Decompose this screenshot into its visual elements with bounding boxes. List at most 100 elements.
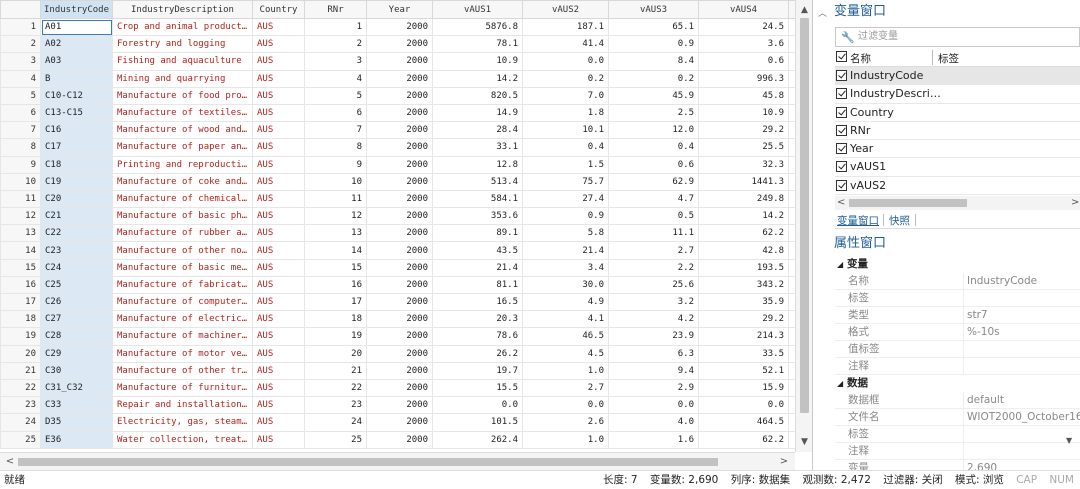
column-header[interactable]: vAUS2: [522, 0, 609, 19]
variable-checkbox[interactable]: [836, 70, 847, 81]
table-cell[interactable]: 4: [304, 69, 367, 88]
table-cell[interactable]: 4.5: [522, 344, 609, 363]
table-cell[interactable]: 43.5: [432, 241, 523, 260]
table-cell[interactable]: 7.0: [522, 86, 609, 105]
table-cell[interactable]: C16: [40, 121, 113, 140]
table-cell[interactable]: 343.2: [698, 275, 789, 295]
variable-list[interactable]: 名称 标签 IndustryCode IndustryDescri… Count…: [835, 48, 1080, 196]
table-cell[interactable]: C23: [40, 241, 113, 260]
property-row[interactable]: 文件名 WIOT2000_October16: [835, 409, 1080, 426]
table-cell[interactable]: 2000: [366, 310, 433, 329]
scrollbar-thumb[interactable]: [18, 458, 718, 466]
scroll-up-icon[interactable]: ▲: [796, 2, 812, 18]
table-row[interactable]: 7 C16 Manufacture of wood and … AUS 7 2000 28.…: [0, 121, 795, 140]
row-number[interactable]: 5: [0, 86, 41, 105]
table-cell[interactable]: 1.5: [522, 155, 609, 174]
table-cell[interactable]: 29.2: [698, 121, 789, 140]
table-cell[interactable]: 2000: [366, 35, 433, 54]
table-cell[interactable]: 46.5: [522, 327, 609, 346]
collapse-triangle-icon[interactable]: ◢: [837, 375, 843, 392]
table-cell[interactable]: Manufacture of food prod…: [112, 86, 253, 105]
table-cell[interactable]: 2.9: [608, 378, 699, 398]
table-cell[interactable]: 2000: [366, 344, 433, 363]
table-cell[interactable]: 32.3: [698, 155, 789, 174]
column-header[interactable]: IndustryDescription: [112, 0, 253, 19]
table-cell[interactable]: 75.7: [522, 172, 609, 191]
table-cell[interactable]: 78.6: [432, 327, 523, 346]
table-cell[interactable]: Manufacture of basic pha…: [112, 207, 253, 226]
table-cell[interactable]: 1.6: [608, 430, 699, 449]
table-cell[interactable]: 22: [304, 378, 367, 398]
scroll-down-icon[interactable]: ▼: [1066, 436, 1072, 445]
table-cell[interactable]: AUS: [252, 86, 305, 105]
table-cell[interactable]: 2.7: [522, 378, 609, 398]
table-cell[interactable]: 14.2: [698, 207, 789, 226]
row-number[interactable]: 11: [0, 189, 41, 209]
table-cell[interactable]: AUS: [252, 258, 305, 277]
table-row[interactable]: 24 D35 Electricity, gas, steam … AUS 24 2000 1…: [0, 413, 795, 432]
table-cell[interactable]: 0.5: [608, 207, 699, 226]
table-cell[interactable]: 3.4: [522, 258, 609, 277]
table-cell[interactable]: 89.1: [432, 224, 523, 243]
table-cell[interactable]: 2000: [366, 224, 433, 243]
table-row[interactable]: 21 C30 Manufacture of other tra… AUS 21 2000 1…: [0, 361, 795, 380]
variable-checkbox[interactable]: [836, 161, 847, 173]
table-cell[interactable]: 7: [304, 121, 367, 140]
column-header[interactable]: Country: [252, 0, 305, 19]
table-cell[interactable]: C10-C12: [40, 86, 113, 105]
table-row[interactable]: 13 C22 Manufacture of rubber an… AUS 13 2000 8…: [0, 224, 795, 243]
table-cell[interactable]: A03: [40, 52, 113, 71]
row-number[interactable]: 21: [0, 361, 41, 380]
row-number[interactable]: 20: [0, 344, 41, 363]
table-row[interactable]: 22 C31_C32 Manufacture of furniture… AUS 22 2…: [0, 378, 795, 398]
table-cell[interactable]: 4.7: [608, 189, 699, 209]
table-row[interactable]: 12 C21 Manufacture of basic pha… AUS 12 2000 3…: [0, 207, 795, 226]
table-cell[interactable]: AUS: [252, 275, 305, 295]
table-cell[interactable]: 0.2: [522, 69, 609, 88]
table-cell[interactable]: 12: [304, 207, 367, 226]
table-cell[interactable]: 19: [304, 327, 367, 346]
table-cell[interactable]: 2000: [366, 189, 433, 209]
table-row[interactable]: 8 C17 Manufacture of paper and… AUS 8 2000 33.…: [0, 138, 795, 157]
table-cell[interactable]: 584.1: [432, 189, 523, 209]
table-cell[interactable]: Manufacture of other non…: [112, 241, 253, 260]
table-cell[interactable]: 2000: [366, 258, 433, 277]
table-cell[interactable]: 2000: [366, 172, 433, 191]
table-cell[interactable]: 2000: [366, 86, 433, 105]
table-cell[interactable]: 2: [304, 35, 367, 54]
table-cell[interactable]: C31_C32: [40, 378, 113, 398]
table-cell[interactable]: 4.2: [608, 310, 699, 329]
table-cell[interactable]: 23.9: [608, 327, 699, 346]
table-cell[interactable]: 17: [304, 292, 367, 312]
table-cell[interactable]: 0.6: [698, 52, 789, 71]
table-cell[interactable]: 6: [304, 103, 367, 123]
column-header[interactable]: vAUS1: [432, 0, 523, 19]
row-number[interactable]: 8: [0, 138, 41, 157]
table-cell[interactable]: C25: [40, 275, 113, 295]
column-header[interactable]: vAUS3: [608, 0, 699, 19]
table-cell[interactable]: 27.4: [522, 189, 609, 209]
table-cell[interactable]: 65.1: [608, 17, 699, 37]
table-cell[interactable]: AUS: [252, 361, 305, 380]
table-cell[interactable]: 3.6: [698, 35, 789, 54]
row-number[interactable]: 17: [0, 292, 41, 312]
table-row[interactable]: 5 C10-C12 Manufacture of food prod… AUS 5 200…: [0, 86, 795, 105]
table-cell[interactable]: 2000: [366, 121, 433, 140]
table-cell[interactable]: 2000: [366, 430, 433, 449]
table-cell[interactable]: 353.6: [432, 207, 523, 226]
collapse-chevron-icon[interactable]: ︿: [818, 6, 827, 19]
table-cell[interactable]: 25.6: [608, 275, 699, 295]
table-cell[interactable]: 12.8: [432, 155, 523, 174]
table-cell[interactable]: 8: [304, 138, 367, 157]
table-cell[interactable]: 18: [304, 310, 367, 329]
table-cell[interactable]: AUS: [252, 241, 305, 260]
table-cell[interactable]: 101.5: [432, 413, 523, 432]
table-cell[interactable]: 15.5: [432, 378, 523, 398]
table-cell[interactable]: AUS: [252, 378, 305, 398]
table-cell[interactable]: 4.0: [608, 413, 699, 432]
property-row[interactable]: 类型 str7: [835, 307, 1080, 324]
scroll-left-icon[interactable]: <: [2, 453, 18, 470]
table-cell[interactable]: 9: [304, 155, 367, 174]
table-cell[interactable]: 45.8: [698, 86, 789, 105]
table-cell[interactable]: 2000: [366, 69, 433, 88]
